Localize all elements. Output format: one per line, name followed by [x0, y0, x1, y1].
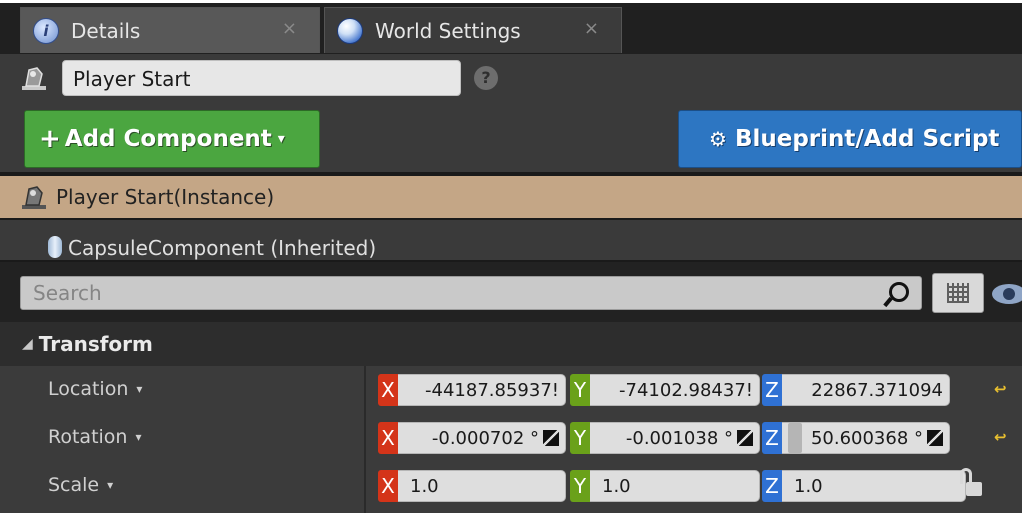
rotation-row: Rotation ▾ X -0.000702 ° Y -0.001038 ° Z… [0, 414, 1022, 462]
tab-details[interactable]: i Details × [20, 7, 320, 53]
blueprint-add-script-button[interactable]: ⚙ Blueprint/Add Script [678, 110, 1022, 168]
player-start-icon [22, 186, 46, 209]
spin-arrows-icon [927, 430, 943, 446]
location-z[interactable]: Z 22867.371094 [762, 374, 950, 406]
unlock-icon[interactable] [958, 468, 984, 498]
actor-name-field[interactable]: Player Start [62, 60, 461, 96]
reset-to-default-icon[interactable]: ↩ [994, 380, 1007, 398]
spin-arrows-icon [737, 430, 753, 446]
location-x-field[interactable]: -44187.85937! [398, 374, 566, 406]
location-label[interactable]: Location ▾ [48, 378, 142, 400]
transform-title: Transform [38, 332, 153, 356]
scale-label[interactable]: Scale ▾ [48, 474, 113, 496]
scale-z-field[interactable]: 1.0 [782, 470, 966, 502]
add-component-label: Add Component [64, 126, 272, 152]
add-component-button[interactable]: + Add Component ▾ [24, 110, 320, 168]
grid-icon [947, 283, 969, 303]
location-y-field[interactable]: -74102.98437! [590, 374, 760, 406]
chevron-down-icon: ▾ [136, 382, 143, 396]
column-divider [364, 462, 366, 513]
rotation-z-field[interactable]: 50.600368 ° [782, 422, 950, 454]
reset-to-default-icon[interactable]: ↩ [994, 428, 1007, 446]
scale-y[interactable]: Y 1.0 [570, 470, 760, 502]
tab-strip: i Details × World Settings × [0, 0, 1022, 54]
chevron-down-icon: ▾ [277, 131, 285, 147]
scale-z[interactable]: Z 1.0 [762, 470, 966, 502]
blueprint-add-script-label: Blueprint/Add Script [734, 126, 1000, 152]
tab-details-label: Details [71, 18, 141, 43]
rotation-y[interactable]: Y -0.001038 ° [570, 422, 760, 454]
rotation-y-field[interactable]: -0.001038 ° [590, 422, 760, 454]
rotation-label-text: Rotation [48, 426, 128, 448]
plus-icon: + [39, 124, 61, 154]
z-axis-badge: Z [762, 470, 782, 502]
y-axis-badge: Y [570, 422, 590, 454]
globe-icon [337, 17, 363, 44]
rotation-y-value: -0.001038 ° [625, 427, 733, 449]
capsule-icon [48, 236, 62, 258]
location-label-text: Location [48, 378, 129, 400]
help-icon[interactable]: ? [474, 66, 498, 90]
rotation-x-field[interactable]: -0.000702 ° [398, 422, 566, 454]
spin-arrows-icon [543, 430, 559, 446]
z-axis-badge: Z [762, 374, 782, 406]
scale-label-text: Scale [48, 474, 100, 496]
actor-row: Player Start ? [0, 54, 1022, 102]
scale-x-field[interactable]: 1.0 [398, 470, 566, 502]
property-matrix-button[interactable] [932, 273, 984, 313]
chevron-down-icon: ▾ [135, 430, 142, 444]
gears-icon: ⚙ [709, 127, 727, 151]
column-divider [364, 366, 366, 414]
rotation-z[interactable]: Z 50.600368 ° [762, 422, 950, 454]
chevron-down-icon: ▾ [107, 478, 114, 492]
collapse-arrow-icon: ◢ [22, 336, 33, 352]
search-row: Search [0, 262, 1022, 322]
info-icon: i [33, 17, 59, 44]
slider-thumb[interactable] [788, 423, 802, 453]
tree-item-player-start-instance[interactable]: Player Start(Instance) [0, 176, 1022, 218]
column-divider [364, 414, 366, 462]
rotation-x[interactable]: X -0.000702 ° [378, 422, 566, 454]
tree-item-label: CapsuleComponent (Inherited) [68, 236, 377, 260]
rotation-z-value: 50.600368 ° [810, 427, 923, 449]
y-axis-badge: Y [570, 470, 590, 502]
rotation-x-value: -0.000702 ° [431, 427, 539, 449]
z-axis-badge: Z [762, 422, 782, 454]
location-row: Location ▾ X -44187.85937! Y -74102.9843… [0, 366, 1022, 414]
tab-world-settings[interactable]: World Settings × [324, 7, 622, 53]
y-axis-badge: Y [570, 374, 590, 406]
location-x[interactable]: X -44187.85937! [378, 374, 566, 406]
search-icon[interactable] [889, 282, 909, 302]
scale-y-field[interactable]: 1.0 [590, 470, 760, 502]
tree-item-capsule-component[interactable]: CapsuleComponent (Inherited) [0, 220, 1022, 260]
component-buttons-row: + Add Component ▾ ⚙ Blueprint/Add Script [0, 102, 1022, 172]
location-y[interactable]: Y -74102.98437! [570, 374, 760, 406]
scale-row: Scale ▾ X 1.0 Y 1.0 Z 1.0 [0, 462, 1022, 513]
x-axis-badge: X [378, 422, 398, 454]
player-start-icon [22, 67, 46, 90]
close-icon[interactable]: × [282, 18, 297, 39]
scale-x[interactable]: X 1.0 [378, 470, 566, 502]
close-icon[interactable]: × [584, 18, 599, 39]
tab-world-settings-label: World Settings [375, 18, 521, 43]
eye-icon[interactable] [992, 284, 1022, 304]
x-axis-badge: X [378, 470, 398, 502]
tree-item-label: Player Start(Instance) [56, 185, 275, 209]
x-axis-badge: X [378, 374, 398, 406]
transform-category-header[interactable]: ◢ Transform [0, 322, 1022, 366]
rotation-label[interactable]: Rotation ▾ [48, 426, 142, 448]
search-input[interactable]: Search [20, 276, 922, 310]
location-z-field[interactable]: 22867.371094 [782, 374, 950, 406]
search-placeholder: Search [33, 281, 102, 305]
